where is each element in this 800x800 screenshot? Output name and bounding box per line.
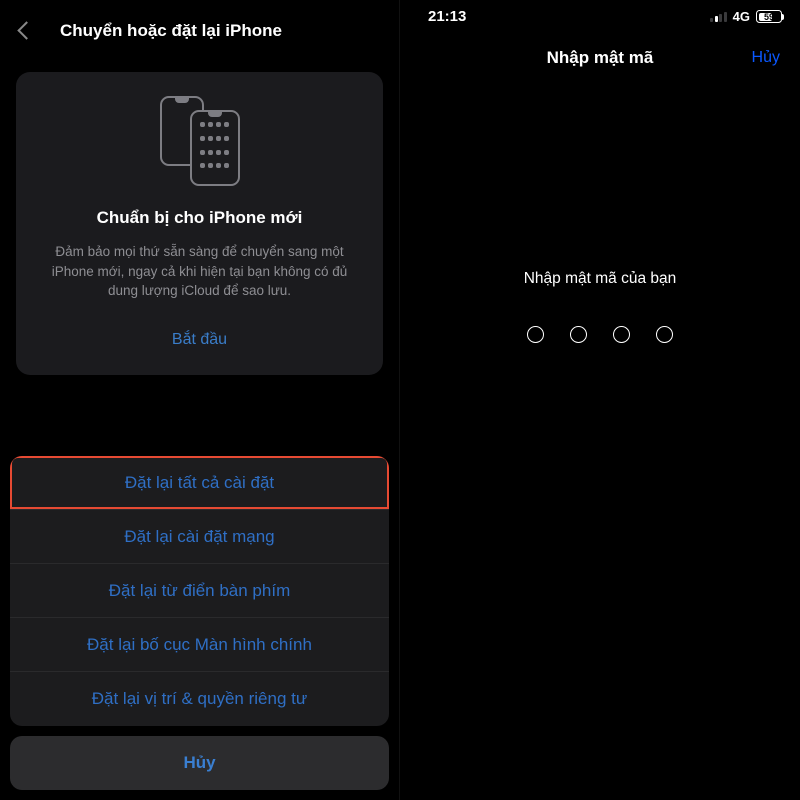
cancel-button[interactable]: Hủy	[10, 736, 389, 790]
card-title: Chuẩn bị cho iPhone mới	[32, 208, 367, 228]
cancel-button[interactable]: Hủy	[732, 49, 780, 67]
reset-action-sheet: Đặt lại tất cả cài đặt Đặt lại cài đặt m…	[10, 456, 389, 790]
status-time: 21:13	[428, 8, 466, 25]
battery-icon: 59	[756, 10, 782, 23]
option-reset-keyboard-dictionary[interactable]: Đặt lại từ điển bàn phím	[10, 564, 389, 618]
devices-icon	[32, 96, 367, 186]
sheet-options-group: Đặt lại tất cả cài đặt Đặt lại cài đặt m…	[10, 456, 389, 726]
option-reset-network-settings[interactable]: Đặt lại cài đặt mạng	[10, 510, 389, 564]
passcode-dot	[570, 326, 587, 343]
page-title: Nhập mật mã	[547, 48, 654, 68]
passcode-dots[interactable]	[400, 326, 800, 343]
screen-transfer-reset: Chuyển hoặc đặt lại iPhone Chuẩn bị c	[0, 0, 400, 800]
prepare-new-iphone-card: Chuẩn bị cho iPhone mới Đảm bảo mọi thứ …	[16, 72, 383, 375]
screen-enter-passcode: 21:13 4G 59 Nhập mật mã Hủy Nhập mật mã …	[400, 0, 800, 800]
option-reset-all-settings[interactable]: Đặt lại tất cả cài đặt	[10, 456, 389, 510]
option-reset-home-screen-layout[interactable]: Đặt lại bố cục Màn hình chính	[10, 618, 389, 672]
back-icon[interactable]	[16, 20, 30, 42]
status-bar: 21:13 4G 59	[400, 0, 800, 29]
passcode-dot	[656, 326, 673, 343]
get-started-button[interactable]: Bắt đầu	[32, 323, 367, 357]
nav-bar: Nhập mật mã Hủy	[400, 29, 800, 73]
cellular-signal-icon	[710, 11, 727, 22]
passcode-dot	[613, 326, 630, 343]
battery-percent: 59	[757, 11, 781, 22]
passcode-entry: Nhập mật mã của bạn	[400, 270, 800, 343]
option-reset-location-privacy[interactable]: Đặt lại vị trí & quyền riêng tư	[10, 672, 389, 726]
page-title: Chuyển hoặc đặt lại iPhone	[40, 21, 383, 41]
passcode-prompt: Nhập mật mã của bạn	[400, 270, 800, 288]
nav-bar: Chuyển hoặc đặt lại iPhone	[0, 0, 399, 48]
passcode-dot	[527, 326, 544, 343]
network-label: 4G	[733, 9, 750, 24]
card-description: Đảm bảo mọi thứ sẵn sàng để chuyển sang …	[32, 242, 367, 301]
